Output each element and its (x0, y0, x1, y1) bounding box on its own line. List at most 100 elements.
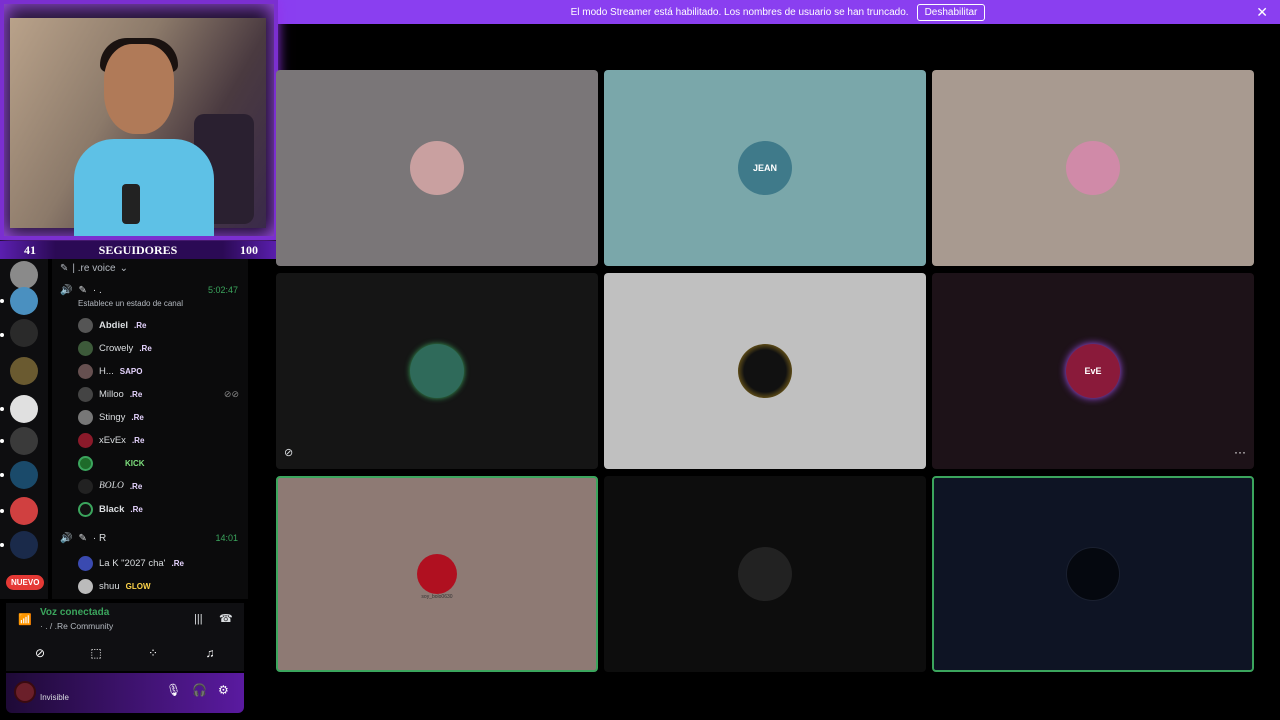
voice-connected-panel: 📶 Voz conectada · . / .Re Community ||| … (6, 603, 244, 671)
member-tag: SAPO (119, 366, 143, 376)
pencil-icon: ✎ (60, 263, 69, 274)
voice-channel-time: 14:01 (215, 533, 238, 543)
participant-avatar (738, 344, 792, 398)
unread-dot (0, 407, 4, 411)
voice-member[interactable]: Milloo .Re ⊘⊘ (78, 384, 243, 404)
server-icon[interactable] (10, 497, 38, 525)
participant-tile[interactable] (276, 70, 598, 266)
server-icon[interactable] (10, 287, 38, 315)
category-name: | .re voice (72, 263, 116, 274)
user-status: Invisible (40, 693, 69, 702)
activities-icon[interactable]: ⁘ (139, 641, 167, 665)
soundboard-icon[interactable]: ♫ (196, 641, 224, 665)
noise-suppression-icon[interactable]: ||| (194, 613, 203, 625)
streamer-mode-banner: El modo Streamer está habilitado. Los no… (276, 0, 1280, 24)
voice-member[interactable]: Black .Re (78, 499, 243, 519)
voice-member[interactable]: xEvEx .Re (78, 430, 243, 450)
member-name: Black (99, 503, 125, 515)
member-tag: KICK (125, 458, 145, 468)
server-icon[interactable] (10, 531, 38, 559)
followers-goal: 100 (239, 242, 258, 257)
server-icon[interactable] (10, 261, 38, 289)
member-name: Crowely (99, 342, 134, 354)
participant-tile[interactable]: ⊘ (276, 273, 598, 469)
participant-tile[interactable] (604, 476, 926, 672)
participant-tile[interactable]: JEAN (604, 70, 926, 266)
member-name: xEvEx (99, 434, 126, 446)
server-list (0, 259, 48, 599)
avatar (78, 386, 93, 402)
avatar (78, 555, 93, 571)
unread-dot (0, 299, 4, 303)
avatar (78, 409, 93, 425)
camera-off-icon[interactable]: ⊘ (26, 641, 54, 665)
server-icon[interactable] (10, 461, 38, 489)
voice-member[interactable]: shuu GLOW (78, 576, 243, 596)
avatar (78, 317, 93, 333)
voice-member[interactable]: Crowely .Re (78, 338, 243, 358)
server-icon[interactable] (10, 357, 38, 385)
server-icon[interactable] (10, 427, 38, 455)
close-icon[interactable]: ✕ (1256, 4, 1268, 21)
unread-dot (0, 439, 4, 443)
webcam-overlay (0, 0, 278, 240)
gear-icon[interactable]: ⚙ (218, 683, 229, 697)
microphone (122, 184, 140, 224)
screen-share-icon[interactable]: ⬚ (82, 641, 110, 665)
avatar (78, 363, 93, 379)
disable-streamer-button[interactable]: Deshabilitar (916, 3, 986, 21)
more-options-icon[interactable]: ··· (1234, 445, 1246, 459)
member-tag: .Re (130, 504, 143, 514)
category-header[interactable]: ✎ | .re voice ⌄ (60, 263, 128, 274)
member-tag: .Re (129, 481, 143, 491)
voice-member[interactable]: La K "2027 cha' .Re (78, 553, 243, 573)
voice-channel-item[interactable]: 🔊 ✎ · . 5:02:47 (54, 281, 244, 299)
muted-deafened-icon: ⊘⊘ (223, 388, 239, 399)
signal-icon[interactable]: 📶 (18, 613, 32, 626)
chevron-down-icon: ⌄ (119, 263, 128, 274)
member-tag: .Re (129, 389, 143, 399)
channel-status-prompt[interactable]: Establece un estado de canal (78, 299, 183, 308)
banner-text: El modo Streamer está habilitado. Los no… (570, 6, 909, 18)
channel-list: ✎ | .re voice ⌄ 🔊 ✎ · . 5:02:47 Establec… (52, 259, 248, 599)
voice-member[interactable]: BOLO .Re (78, 476, 243, 496)
voice-channel-item[interactable]: 🔊 ✎ · R 14:01 (54, 529, 244, 547)
pencil-icon: ✎ (78, 532, 87, 544)
headphones-icon[interactable]: 🎧 (192, 683, 207, 697)
unread-dot (0, 509, 4, 513)
participant-avatar (1066, 141, 1120, 195)
server-icon[interactable] (10, 395, 38, 423)
voice-member[interactable]: Abdiel .Re (78, 315, 243, 335)
voice-member[interactable]: H... SAPO (78, 361, 243, 381)
voice-member[interactable]: Stingy .Re (78, 407, 243, 427)
avatar (78, 455, 93, 471)
camera-off-icon: ⊘ (284, 447, 294, 459)
voice-connected-title[interactable]: Voz conectada (40, 607, 109, 618)
followers-current: 41 (24, 242, 36, 257)
microphone-icon[interactable]: 🎙 (166, 683, 181, 697)
participant-tile[interactable]: soy_bolo0630 (276, 476, 598, 672)
avatar[interactable] (14, 681, 36, 703)
member-name: Abdiel (99, 319, 129, 331)
new-badge[interactable]: NUEVO (6, 575, 45, 590)
pencil-icon: ✎ (78, 284, 87, 296)
member-name: Stingy (99, 411, 126, 423)
member-name: La K "2027 cha' (99, 557, 166, 569)
participant-tile[interactable]: EvE ··· (932, 273, 1254, 469)
participant-avatar (410, 344, 464, 398)
member-name: H... (99, 365, 114, 377)
voice-connected-channel[interactable]: · . / .Re Community (40, 621, 113, 631)
unread-dot (0, 543, 4, 547)
member-name: Milloo (99, 388, 124, 400)
participant-tile[interactable] (604, 273, 926, 469)
participant-avatar (1066, 547, 1120, 601)
avatar (78, 501, 93, 517)
disconnect-icon[interactable]: ☎ (219, 612, 233, 625)
participant-tile[interactable] (932, 70, 1254, 266)
participant-avatar: JEAN (738, 141, 792, 195)
member-tag: .Re (134, 320, 147, 330)
server-icon[interactable] (10, 319, 38, 347)
participant-tile[interactable] (932, 476, 1254, 672)
member-name: BOLO (99, 481, 124, 491)
voice-member[interactable]: KICK (78, 453, 243, 473)
